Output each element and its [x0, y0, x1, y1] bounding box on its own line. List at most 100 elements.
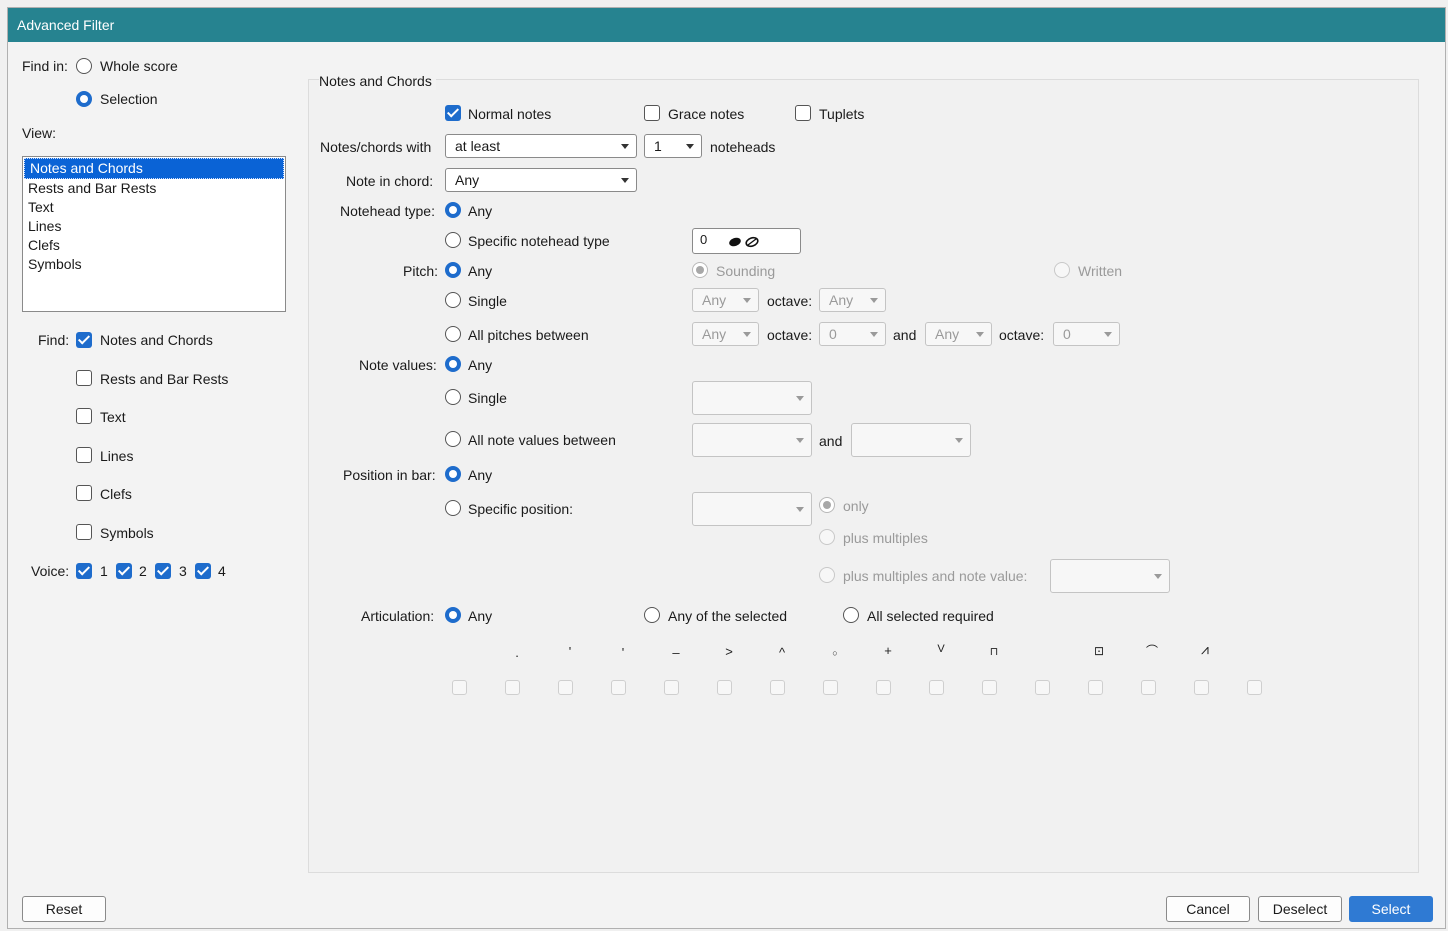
view-item-lines[interactable]: Lines	[23, 217, 285, 236]
view-item-clefs[interactable]: Clefs	[23, 236, 285, 255]
find-clefs-checkbox[interactable]	[76, 485, 92, 501]
articulation-checkbox-4[interactable]	[611, 680, 626, 695]
specific-position-radio[interactable]	[445, 500, 461, 516]
articulation-checkbox-7[interactable]	[770, 680, 785, 695]
deselect-button[interactable]: Deselect	[1258, 896, 1342, 922]
select-button[interactable]: Select	[1349, 896, 1433, 922]
find-symbols-checkbox[interactable]	[76, 524, 92, 540]
notehead-type-dropdown[interactable]: 0	[692, 228, 801, 254]
articulation-checkbox-13[interactable]	[1088, 680, 1103, 695]
articulation-checkbox-15[interactable]	[1194, 680, 1209, 695]
only-radio[interactable]	[819, 497, 835, 513]
view-label: View:	[22, 125, 56, 141]
view-item-rests[interactable]: Rests and Bar Rests	[23, 179, 285, 198]
from-octave-dropdown[interactable]: 0	[819, 322, 886, 346]
sounding-radio[interactable]	[692, 262, 708, 278]
grace-notes-label: Grace notes	[668, 106, 745, 122]
voice-1-checkbox[interactable]	[76, 563, 92, 579]
any-of-selected-radio[interactable]	[644, 607, 660, 623]
single-note-value-dropdown[interactable]	[692, 381, 812, 415]
grace-notes-checkbox[interactable]	[644, 105, 660, 121]
normal-notes-checkbox[interactable]	[445, 105, 461, 121]
reset-button[interactable]: Reset	[22, 896, 106, 922]
note-values-any-radio[interactable]	[445, 356, 461, 372]
voice-4-label: 4	[218, 563, 226, 579]
note-in-chord-dropdown[interactable]: Any	[445, 168, 637, 192]
view-item-notes-and-chords[interactable]: Notes and Chords	[24, 158, 284, 179]
note-values-single-radio[interactable]	[445, 389, 461, 405]
accent-icon: >	[725, 644, 733, 659]
find-symbols-label: Symbols	[100, 525, 154, 541]
voice-2-checkbox[interactable]	[116, 563, 132, 579]
staccatissimo-wedge-icon: '	[621, 645, 625, 660]
pitch-any-radio[interactable]	[445, 262, 461, 278]
articulation-checkbox-8[interactable]	[823, 680, 838, 695]
all-pitches-between-radio[interactable]	[445, 326, 461, 342]
position-any-radio[interactable]	[445, 466, 461, 482]
view-item-text[interactable]: Text	[23, 198, 285, 217]
articulation-checkbox-16[interactable]	[1247, 680, 1262, 695]
specific-position-dropdown[interactable]	[692, 492, 812, 526]
written-radio[interactable]	[1054, 262, 1070, 278]
voice-4-checkbox[interactable]	[195, 563, 211, 579]
find-notes-checkbox[interactable]	[76, 332, 92, 348]
notehead-any-label: Any	[468, 203, 493, 219]
all-selected-required-radio[interactable]	[843, 607, 859, 623]
selection-radio[interactable]	[76, 91, 92, 107]
tenuto-icon: –	[672, 645, 680, 660]
note-value-to-dropdown[interactable]	[851, 423, 971, 457]
find-lines-label: Lines	[100, 448, 134, 464]
written-label: Written	[1078, 263, 1123, 279]
view-item-symbols[interactable]: Symbols	[23, 255, 285, 274]
single-octave-dropdown[interactable]: Any	[819, 288, 886, 312]
articulation-checkbox-3[interactable]	[558, 680, 573, 695]
multiples-note-value-dropdown[interactable]	[1050, 559, 1170, 593]
single-pitch-dropdown[interactable]: Any	[692, 288, 759, 312]
plus-multiples-radio[interactable]	[819, 529, 835, 545]
articulation-checkbox-5[interactable]	[664, 680, 679, 695]
cancel-button[interactable]: Cancel	[1166, 896, 1250, 922]
whole-score-label: Whole score	[100, 58, 178, 74]
voice-label: Voice:	[31, 563, 70, 579]
group-title: Notes and Chords	[319, 72, 436, 90]
tuplets-checkbox[interactable]	[795, 105, 811, 121]
notehead-any-radio[interactable]	[445, 202, 461, 218]
find-rests-label: Rests and Bar Rests	[100, 371, 229, 387]
find-text-checkbox[interactable]	[76, 408, 92, 424]
articulation-checkbox-10[interactable]	[929, 680, 944, 695]
pitch-single-radio[interactable]	[445, 292, 461, 308]
articulation-checkbox-1[interactable]	[452, 680, 467, 695]
specific-notehead-radio[interactable]	[445, 232, 461, 248]
find-lines-checkbox[interactable]	[76, 447, 92, 463]
to-octave-dropdown[interactable]: 0	[1053, 322, 1120, 346]
pitch-from-dropdown[interactable]: Any	[692, 322, 759, 346]
whole-score-radio[interactable]	[76, 58, 92, 74]
tuplets-label: Tuplets	[819, 106, 865, 122]
find-rests-checkbox[interactable]	[76, 370, 92, 386]
pitch-to-dropdown[interactable]: Any	[925, 322, 992, 346]
view-listbox[interactable]: Notes and Chords Rests and Bar Rests Tex…	[22, 156, 286, 312]
notehead-count-dropdown[interactable]: 1	[644, 134, 702, 158]
to-octave-label: octave:	[999, 327, 1045, 343]
single-octave-label: octave:	[767, 293, 813, 309]
note-value-from-dropdown[interactable]	[692, 423, 812, 457]
articulation-any-radio[interactable]	[445, 607, 461, 623]
fermata-icon: ⌒	[1145, 644, 1158, 658]
articulation-checkbox-11[interactable]	[982, 680, 997, 695]
articulation-checkbox-6[interactable]	[717, 680, 732, 695]
articulation-checkbox-12[interactable]	[1035, 680, 1050, 695]
window-title: Advanced Filter	[8, 8, 1445, 42]
plus-multiples-note-value-radio[interactable]	[819, 567, 835, 583]
sounding-label: Sounding	[716, 263, 776, 279]
articulation-checkbox-9[interactable]	[876, 680, 891, 695]
articulation-label: Articulation:	[361, 608, 435, 624]
notes-chords-with-label: Notes/chords with	[320, 139, 432, 155]
plus-multiples-label: plus multiples	[843, 530, 928, 546]
all-note-values-between-radio[interactable]	[445, 431, 461, 447]
articulation-checkbox-2[interactable]	[505, 680, 520, 695]
voice-3-checkbox[interactable]	[155, 563, 171, 579]
from-octave-label: octave:	[767, 327, 813, 343]
pitches-and-label: and	[893, 327, 917, 343]
at-least-dropdown[interactable]: at least	[445, 134, 637, 158]
articulation-checkbox-14[interactable]	[1141, 680, 1156, 695]
